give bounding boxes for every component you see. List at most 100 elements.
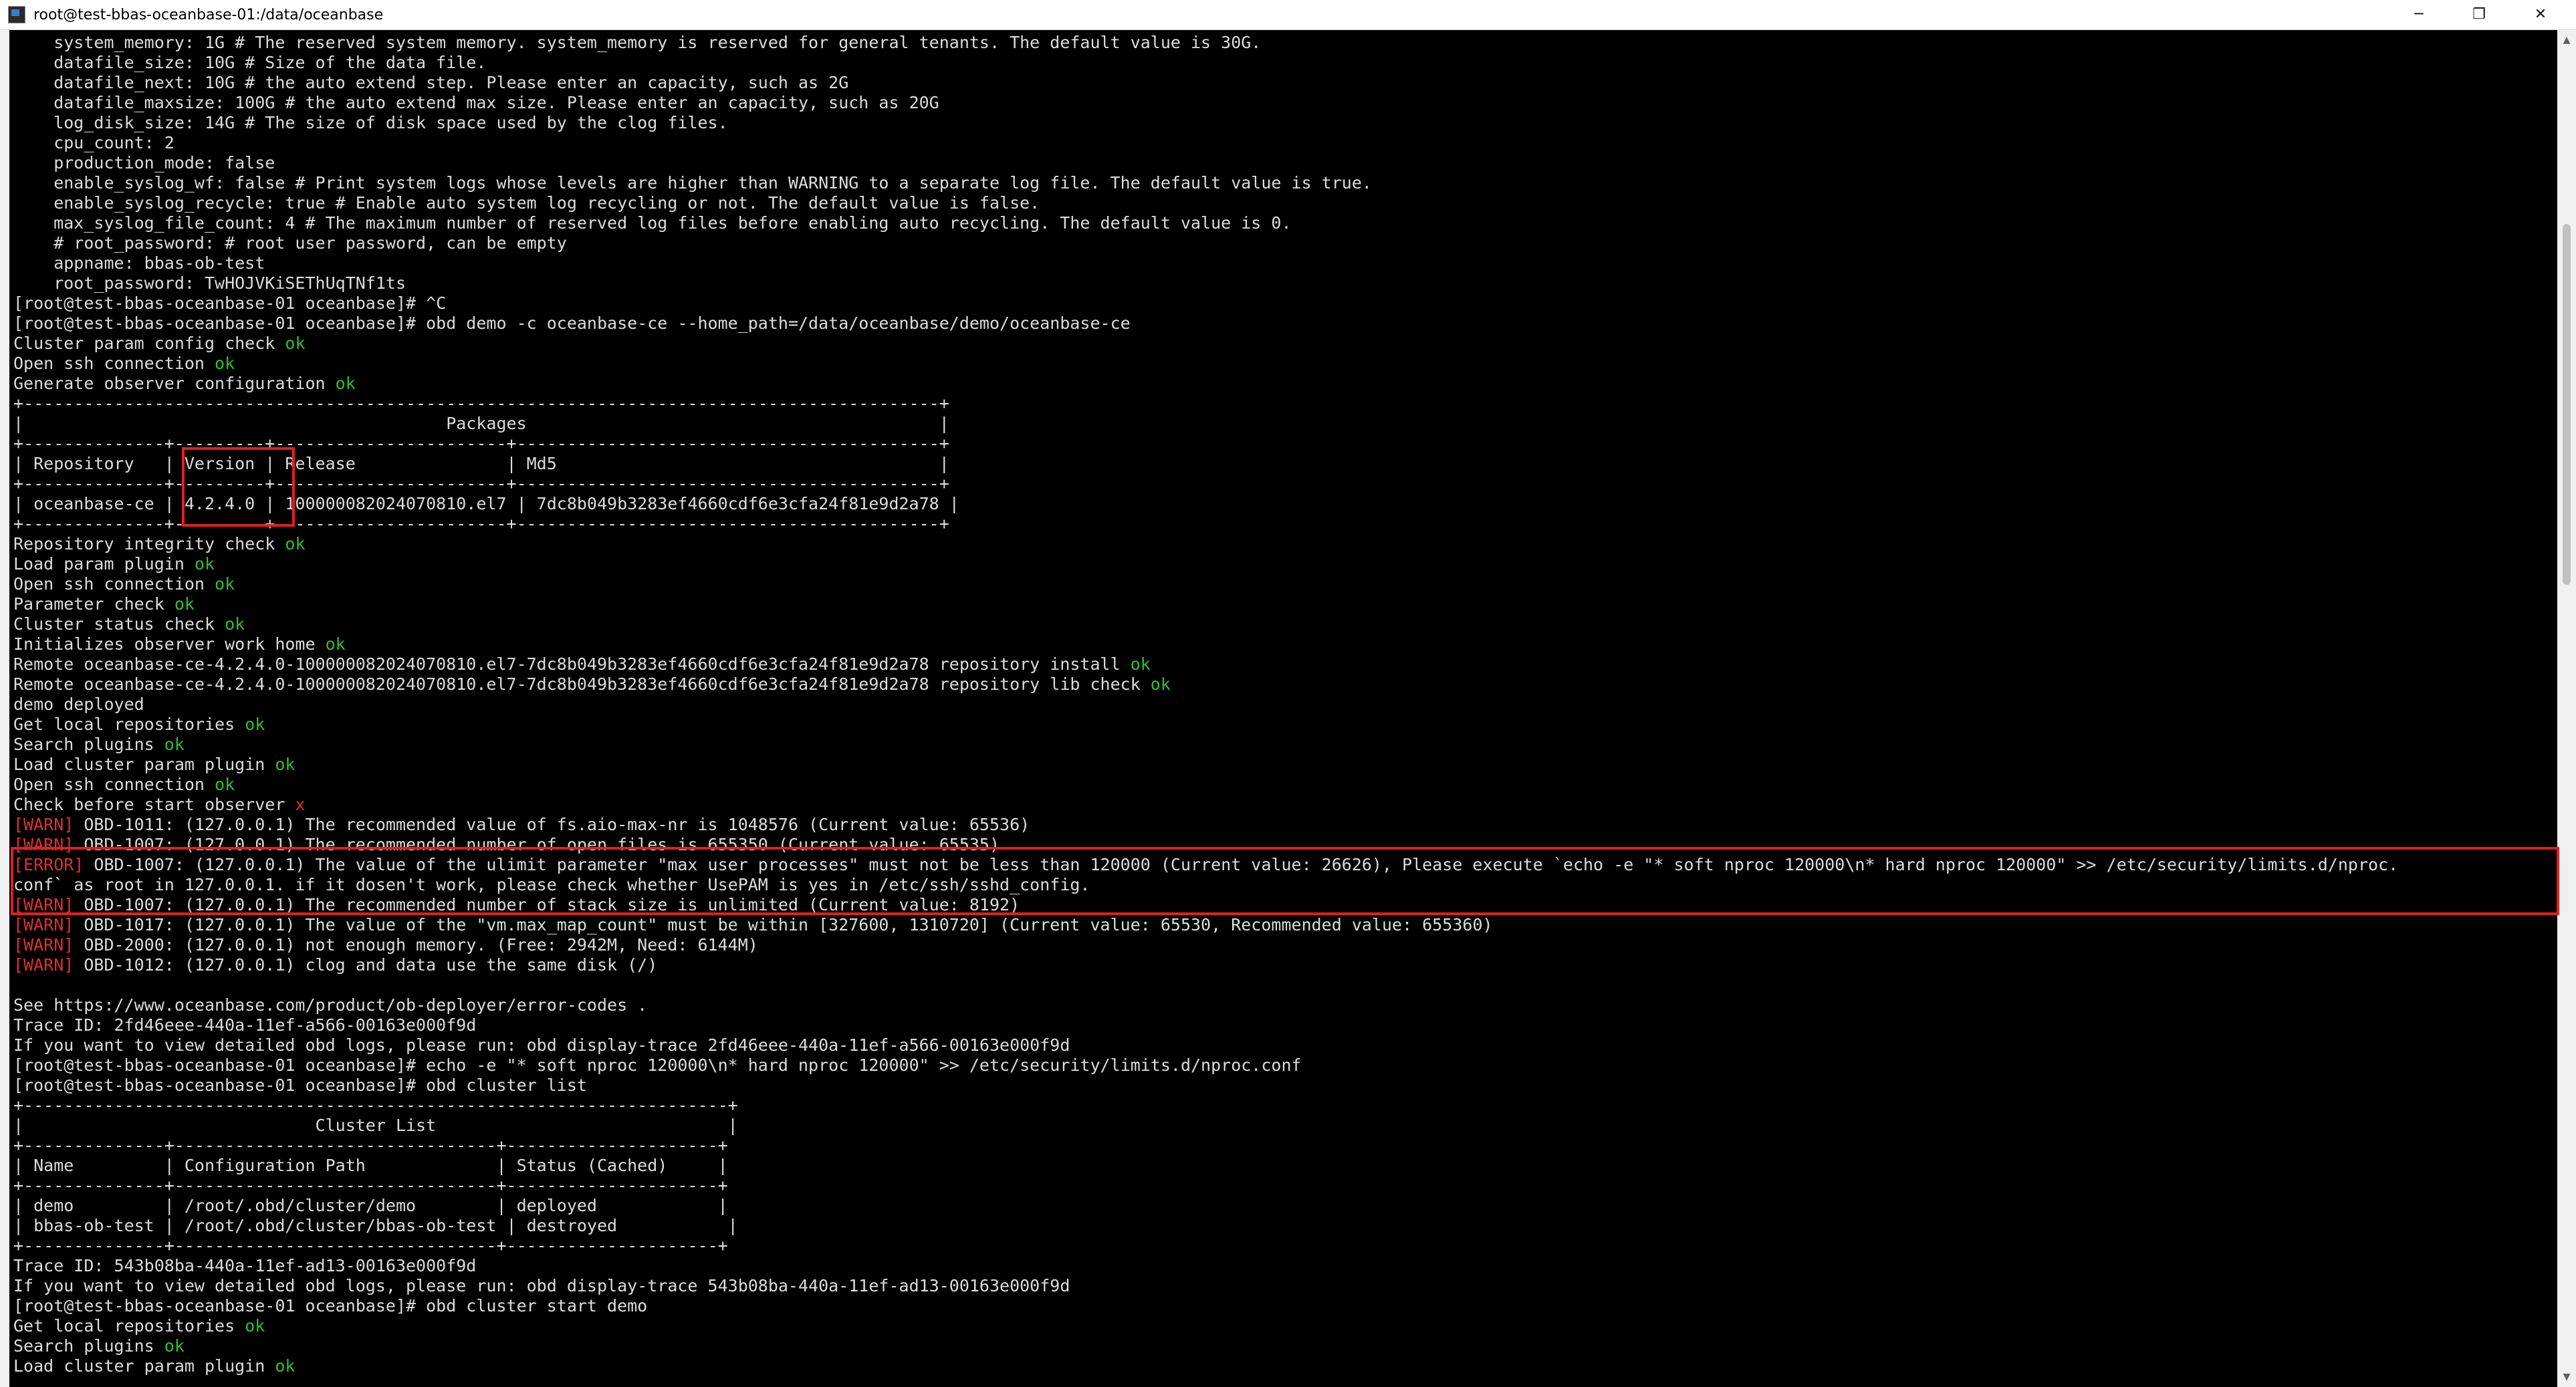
status-ok: ok xyxy=(285,334,306,353)
terminal-line: cpu_count: 2 xyxy=(13,133,2398,153)
line-text: Cluster param config check xyxy=(13,334,285,353)
terminal-line: Remote oceanbase-ce-4.2.4.0-100000082024… xyxy=(13,654,2398,674)
line-text: datafile_maxsize: 100G # the auto extend… xyxy=(13,93,939,112)
terminal-app-icon[interactable] xyxy=(8,6,25,23)
line-text: | Cluster List | xyxy=(13,1116,738,1135)
line-text: # root_password: # root user password, c… xyxy=(13,233,567,253)
error-highlight-box xyxy=(11,847,2559,915)
terminal-line: [root@test-bbas-oceanbase-01 oceanbase]#… xyxy=(13,313,2398,334)
status-ok: ok xyxy=(1150,674,1171,694)
line-text: [root@test-bbas-oceanbase-01 oceanbase]#… xyxy=(13,313,1131,333)
terminal-line: Search plugins ok xyxy=(13,1336,2398,1356)
status-ok: ok xyxy=(215,775,235,794)
status-flag: [WARN] xyxy=(13,955,74,975)
terminal-output[interactable]: system_memory: 1G # The reserved system … xyxy=(9,30,2557,1380)
line-text: If you want to view detailed obd logs, p… xyxy=(13,1276,1070,1295)
terminal-line: datafile_next: 10G # the auto extend ste… xyxy=(13,73,2398,93)
terminal-line: | Cluster List | xyxy=(13,1116,2398,1136)
status-ok: ok xyxy=(275,1356,296,1376)
status-ok: ok xyxy=(245,1316,265,1336)
terminal-line: Open ssh connection ok xyxy=(13,354,2398,374)
line-text: +---------------------------------------… xyxy=(13,1096,738,1115)
terminal-line: [WARN] OBD-2000: (127.0.0.1) not enough … xyxy=(13,935,2398,955)
terminal-line: +--------------+---------+--------------… xyxy=(13,434,2398,454)
window-title: root@test-bbas-oceanbase-01:/data/oceanb… xyxy=(33,7,384,23)
terminal-line: [WARN] OBD-1012: (127.0.0.1) clog and da… xyxy=(13,955,2398,975)
terminal-line: +--------------+---------+--------------… xyxy=(13,474,2398,494)
status-ok: ok xyxy=(335,374,356,393)
line-text: Load cluster param plugin xyxy=(13,1356,275,1376)
line-text: See https://www.oceanbase.com/product/ob… xyxy=(13,995,648,1015)
line-text: [root@test-bbas-oceanbase-01 oceanbase]#… xyxy=(13,1296,648,1315)
status-flag: [WARN] xyxy=(13,915,74,934)
terminal-line: Load param plugin ok xyxy=(13,554,2398,574)
line-text: [root@test-bbas-oceanbase-01 oceanbase]#… xyxy=(13,293,447,313)
terminal-line: If you want to view detailed obd logs, p… xyxy=(13,1276,2398,1296)
terminal-line: Cluster param config check ok xyxy=(13,334,2398,354)
line-text: Open ssh connection xyxy=(13,574,215,594)
line-text: datafile_next: 10G # the auto extend ste… xyxy=(13,73,849,92)
terminal-line: Trace ID: 543b08ba-440a-11ef-ad13-00163e… xyxy=(13,1256,2398,1276)
status-ok: ok xyxy=(174,594,195,614)
status-ok: ok xyxy=(194,554,215,574)
terminal-line: Search plugins ok xyxy=(13,735,2398,755)
line-text: root_password: TwHOJVKiSEThUqTNf1ts xyxy=(13,273,406,293)
line-text: Initializes observer work home xyxy=(13,634,326,654)
line-text: Remote oceanbase-ce-4.2.4.0-100000082024… xyxy=(13,654,1131,674)
status-ok: ok xyxy=(215,574,235,594)
status-ok: ok xyxy=(1130,654,1151,674)
line-text: +--------------+---------+--------------… xyxy=(13,514,949,533)
terminal-line: log_disk_size: 14G # The size of disk sp… xyxy=(13,113,2398,133)
terminal-line: [root@test-bbas-oceanbase-01 oceanbase]#… xyxy=(13,1296,2398,1316)
terminal-line: If you want to view detailed obd logs, p… xyxy=(13,1035,2398,1055)
scrollbar-thumb[interactable] xyxy=(2563,224,2571,585)
status-ok: ok xyxy=(225,614,245,634)
minimize-button[interactable]: ─ xyxy=(2392,0,2446,29)
line-text: system_memory: 1G # The reserved system … xyxy=(13,33,1262,52)
terminal-line: +--------------+---------+--------------… xyxy=(13,514,2398,534)
line-text: +--------------+------------------------… xyxy=(13,1176,728,1195)
line-text: | Name | Configuration Path | Status (Ca… xyxy=(13,1156,728,1175)
window-left-edge xyxy=(0,30,9,1387)
line-text: Search plugins xyxy=(13,1336,164,1356)
terminal-line: Get local repositories ok xyxy=(13,1316,2398,1336)
scroll-up-arrow-icon[interactable]: ▲ xyxy=(2557,30,2576,50)
terminal-line: [root@test-bbas-oceanbase-01 oceanbase]#… xyxy=(13,1076,2398,1096)
terminal-line: demo deployed xyxy=(13,695,2398,715)
line-text: cpu_count: 2 xyxy=(13,133,174,152)
scroll-down-arrow-icon[interactable]: ▼ xyxy=(2557,1367,2576,1387)
terminal-line: +--------------+------------------------… xyxy=(13,1236,2398,1256)
terminal-line: Trace ID: 2fd46eee-440a-11ef-a566-00163e… xyxy=(13,1015,2398,1035)
terminal-line: Generate observer configuration ok xyxy=(13,374,2398,394)
status-ok: ok xyxy=(325,634,346,654)
terminal-lines: system_memory: 1G # The reserved system … xyxy=(13,33,2398,1376)
terminal-line: | demo | /root/.obd/cluster/demo | deplo… xyxy=(13,1196,2398,1216)
line-text: log_disk_size: 14G # The size of disk sp… xyxy=(13,113,728,132)
line-text: | oceanbase-ce | 4.2.4.0 | 1000000820240… xyxy=(13,494,959,513)
terminal-line: [root@test-bbas-oceanbase-01 oceanbase]#… xyxy=(13,1055,2398,1076)
line-text: +---------------------------------------… xyxy=(13,394,949,413)
terminal-line: Open ssh connection ok xyxy=(13,574,2398,594)
terminal-line: enable_syslog_wf: false # Print system l… xyxy=(13,173,2398,193)
terminal-line: +--------------+------------------------… xyxy=(13,1136,2398,1156)
status-flag: [WARN] xyxy=(13,935,74,955)
terminal-line: | Packages | xyxy=(13,414,2398,434)
status-ok: ok xyxy=(285,534,306,553)
line-text: [root@test-bbas-oceanbase-01 oceanbase]#… xyxy=(13,1055,1302,1075)
close-button[interactable]: ✕ xyxy=(2514,0,2567,29)
line-text: Parameter check xyxy=(13,594,174,614)
maximize-button[interactable]: ❐ xyxy=(2452,0,2506,29)
terminal-line: | Name | Configuration Path | Status (Ca… xyxy=(13,1156,2398,1176)
terminal-line: +---------------------------------------… xyxy=(13,394,2398,414)
terminal-line: # root_password: # root user password, c… xyxy=(13,233,2398,253)
line-text: | Packages | xyxy=(13,414,949,433)
vertical-scrollbar[interactable]: ▲ ▼ xyxy=(2557,30,2576,1387)
terminal-line: +---------------------------------------… xyxy=(13,1096,2398,1116)
terminal-line: system_memory: 1G # The reserved system … xyxy=(13,33,2398,53)
line-text: Load param plugin xyxy=(13,554,195,574)
line-text: Open ssh connection xyxy=(13,354,215,373)
line-text: Cluster status check xyxy=(13,614,225,634)
line-text: Check before start observer xyxy=(13,795,296,814)
line-text: appname: bbas-ob-test xyxy=(13,253,265,273)
